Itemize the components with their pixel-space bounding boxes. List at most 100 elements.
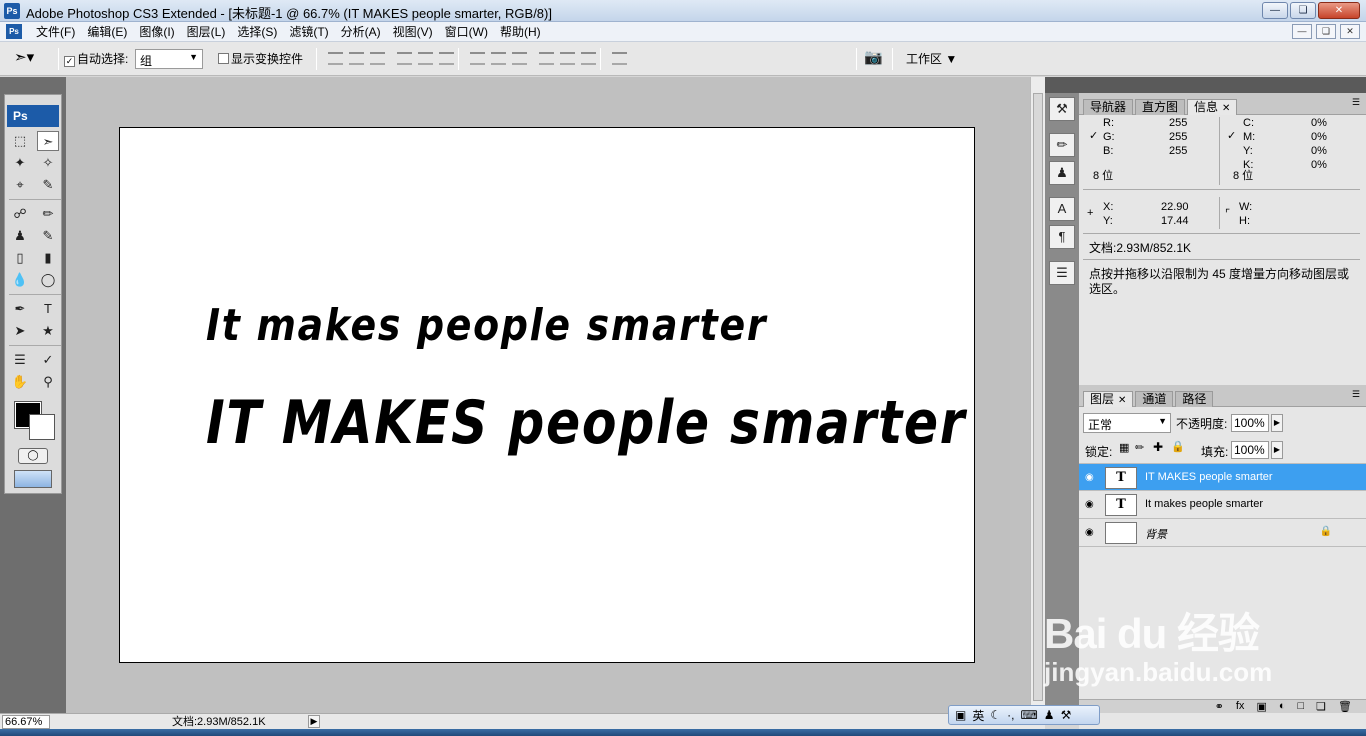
blur-tool-icon[interactable]: 💧 — [9, 270, 31, 290]
zoom-tool-icon[interactable]: ⚲ — [37, 372, 59, 392]
brushes-icon[interactable]: ✏ — [1049, 133, 1075, 157]
minimize-icon[interactable]: — — [1262, 2, 1288, 19]
paragraph-icon[interactable]: ¶ — [1049, 225, 1075, 249]
eraser-tool-icon[interactable]: ▯ — [9, 248, 31, 268]
punctuation-icon[interactable]: ·, — [1007, 708, 1014, 722]
canvas-text-line-2[interactable]: IT MAKES people smarter — [206, 388, 966, 458]
tab-navigator[interactable]: 导航器 — [1083, 99, 1134, 115]
menu-file[interactable]: 文件(F) — [30, 24, 81, 40]
slice-tool-icon[interactable]: ✎ — [37, 175, 59, 195]
workspace-button[interactable]: 工作区 ▼ — [906, 50, 957, 67]
show-transform-option[interactable]: 显示变换控件 — [218, 50, 303, 67]
new-layer-icon[interactable]: ❏ — [1316, 700, 1326, 713]
doc-close-icon[interactable]: ✕ — [1340, 24, 1360, 39]
eye-icon[interactable]: ◉ — [1085, 472, 1097, 484]
menu-window[interactable]: 窗口(W) — [439, 24, 494, 40]
move-tool-icon[interactable]: ➣ — [37, 131, 59, 151]
lock-transparency-icon[interactable]: ▦ — [1119, 441, 1129, 454]
canvas-area[interactable]: It makes people smarter IT MAKES people … — [66, 77, 1030, 713]
tab-paths[interactable]: 路径 — [1175, 391, 1214, 407]
menu-filter[interactable]: 滤镜(T) — [283, 24, 334, 40]
distribute-top-icon[interactable] — [470, 52, 485, 65]
auto-align-layers-icon[interactable] — [612, 52, 627, 65]
dodge-tool-icon[interactable]: ◯ — [37, 270, 59, 290]
scrollbar-thumb[interactable] — [1033, 93, 1043, 701]
tab-layers[interactable]: 图层 ✕ — [1083, 391, 1134, 407]
align-bottom-icon[interactable] — [370, 52, 385, 65]
background-color-swatch[interactable] — [29, 414, 55, 440]
clone-source-icon[interactable]: ♟ — [1049, 161, 1075, 185]
distribute-left-icon[interactable] — [539, 52, 554, 65]
user-icon[interactable]: ♟ — [1044, 708, 1055, 722]
layer-row[interactable]: ◉ T It makes people smarter — [1079, 491, 1366, 519]
character-icon[interactable]: A — [1049, 197, 1075, 221]
new-group-icon[interactable]: □ — [1298, 700, 1305, 713]
layer-row[interactable]: ◉ 背景 🔒 — [1079, 519, 1366, 547]
delete-layer-icon[interactable]: 🗑 — [1338, 700, 1352, 713]
menu-layer[interactable]: 图层(L) — [181, 24, 232, 40]
zoom-field[interactable]: 66.67% — [2, 715, 50, 729]
layer-name[interactable]: 背景 — [1145, 526, 1167, 542]
doc-restore-icon[interactable]: ❏ — [1316, 24, 1336, 39]
fill-input[interactable]: 100% — [1231, 441, 1269, 459]
eye-icon[interactable]: ◉ — [1085, 499, 1097, 511]
menu-help[interactable]: 帮助(H) — [494, 24, 547, 40]
layer-name[interactable]: IT MAKES people smarter — [1145, 471, 1273, 483]
blend-mode-dropdown[interactable]: 正常 ▼ — [1083, 413, 1171, 433]
link-layers-icon[interactable]: ⚭ — [1215, 700, 1224, 713]
eyedropper-tool-icon[interactable]: ✓ — [37, 350, 59, 370]
vertical-scrollbar[interactable] — [1030, 77, 1045, 713]
cmyk-eyedropper-icon[interactable]: ✓ — [1227, 129, 1236, 142]
auto-select-option[interactable]: ✓ 自动选择: — [64, 50, 128, 67]
doc-minimize-icon[interactable]: — — [1292, 24, 1312, 39]
distribute-right-icon[interactable] — [581, 52, 596, 65]
lock-position-icon[interactable]: ✚ — [1153, 440, 1163, 454]
align-hcenter-icon[interactable] — [418, 52, 433, 65]
ime-language[interactable]: 英 — [972, 707, 984, 724]
rgb-eyedropper-icon[interactable]: ✓ — [1089, 129, 1098, 142]
marquee-tool-icon[interactable]: ⬚ — [9, 131, 31, 151]
layer-mask-icon[interactable]: ▣ — [1256, 700, 1266, 713]
shape-tool-icon[interactable]: ★ — [37, 321, 59, 341]
move-tool-preset-icon[interactable]: ➣▾ — [14, 48, 34, 66]
keyboard-icon[interactable]: ⌨ — [1020, 708, 1037, 722]
close-icon[interactable]: ✕ — [1118, 395, 1126, 406]
align-left-icon[interactable] — [397, 52, 412, 65]
opacity-input[interactable]: 100% — [1231, 414, 1269, 432]
history-brush-tool-icon[interactable]: ✎ — [37, 226, 59, 246]
quick-mask-icon[interactable]: ◯ — [18, 448, 48, 464]
settings-icon[interactable]: ⚒ — [1061, 708, 1072, 722]
bridge-icon[interactable]: 📷 — [864, 48, 883, 66]
fill-slider-arrow-icon[interactable]: ▶ — [1271, 441, 1283, 459]
distribute-hcenter-icon[interactable] — [560, 52, 575, 65]
distribute-bottom-icon[interactable] — [512, 52, 527, 65]
align-right-icon[interactable] — [439, 52, 454, 65]
status-menu-arrow-icon[interactable]: ▶ — [308, 715, 320, 728]
document-canvas[interactable]: It makes people smarter IT MAKES people … — [119, 127, 975, 663]
layer-comps-icon[interactable]: ☰ — [1049, 261, 1075, 285]
tab-info[interactable]: 信息 ✕ — [1187, 99, 1238, 115]
document-menu-icon[interactable]: Ps — [6, 24, 22, 39]
brush-tool-icon[interactable]: ✏ — [37, 204, 59, 224]
canvas-text-line-1[interactable]: It makes people smarter — [206, 300, 767, 351]
close-icon[interactable]: ✕ — [1222, 103, 1230, 114]
adjustment-layer-icon[interactable]: ◐ — [1279, 700, 1286, 713]
moon-icon[interactable]: ☾ — [990, 708, 1001, 722]
align-top-icon[interactable] — [328, 52, 343, 65]
auto-select-dropdown[interactable]: 组 ▼ — [135, 49, 203, 69]
distribute-vcenter-icon[interactable] — [491, 52, 506, 65]
healing-brush-tool-icon[interactable]: ☍ — [9, 204, 31, 224]
menu-select[interactable]: 选择(S) — [231, 24, 283, 40]
menu-image[interactable]: 图像(I) — [133, 24, 180, 40]
path-selection-tool-icon[interactable]: ➤ — [9, 321, 31, 341]
ime-logo-icon[interactable]: ▣ — [955, 708, 966, 722]
close-icon[interactable]: ✕ — [1318, 2, 1360, 19]
panel-menu-icon[interactable]: ☰ — [1352, 97, 1360, 108]
tools-preset-icon[interactable]: ⚒ — [1049, 97, 1075, 121]
tab-channels[interactable]: 通道 — [1135, 391, 1174, 407]
screen-mode-icon[interactable] — [14, 470, 52, 488]
restore-icon[interactable]: ❏ — [1290, 2, 1316, 19]
crop-tool-icon[interactable]: ⌖ — [9, 175, 31, 195]
align-vcenter-icon[interactable] — [349, 52, 364, 65]
gradient-tool-icon[interactable]: ▮ — [37, 248, 59, 268]
